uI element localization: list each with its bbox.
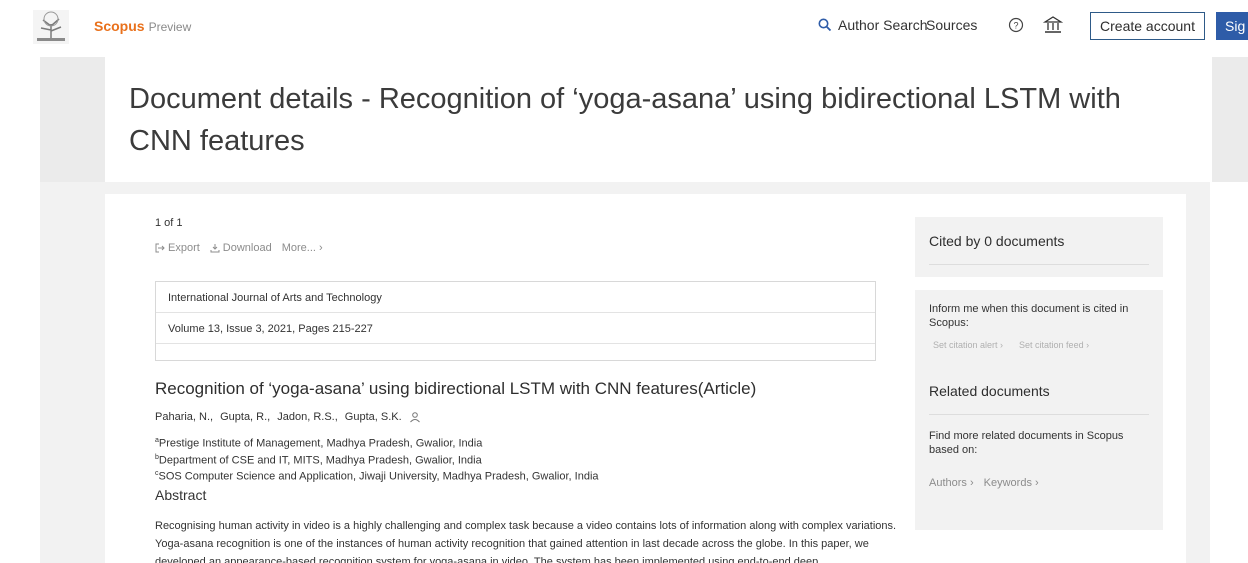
author-link[interactable]: Paharia, N., [155,411,213,423]
affiliations: aPrestige Institute of Management, Madhy… [155,434,599,484]
affiliation-text: SOS Computer Science and Application, Ji… [158,470,599,483]
download-label: Download [222,242,272,254]
citation-inform-text: Inform me when this document is cited in… [929,303,1129,329]
download-button[interactable]: Download [210,242,272,254]
journal-name[interactable]: International Journal of Arts and Techno… [156,282,875,313]
affiliation-text: Department of CSE and IT, MITS, Madhya P… [158,454,482,467]
set-citation-alert-link[interactable]: Set citation alert › [933,340,1003,350]
author-link[interactable]: Jadon, R.S., [277,411,338,423]
author-search-link[interactable]: Author Search [818,17,928,33]
brand-name: Scopus [94,18,145,34]
cited-by-heading: Cited by 0 documents [929,233,1065,249]
institution-icon[interactable] [1043,15,1063,35]
sign-in-button[interactable]: Sig [1216,12,1248,40]
document-actions: Export Download More... › [155,242,323,254]
author-link[interactable]: Gupta, S.K. [345,411,402,423]
brand[interactable]: Scopus Preview [94,18,191,34]
article-title: Recognition of ‘yoga-asana’ using bidire… [155,379,757,398]
elsevier-logo-icon[interactable] [33,10,69,44]
abstract-text: Recognising human activity in video is a… [155,520,897,563]
related-authors-link[interactable]: Authors › [929,477,974,489]
page-title: Document details - Recognition of ‘yoga-… [129,83,1121,157]
set-citation-feed-link[interactable]: Set citation feed › [1019,340,1089,350]
result-pager: 1 of 1 [155,217,183,229]
author-list: Paharia, N., Gupta, R., Jadon, R.S., Gup… [155,411,421,423]
abstract-heading: Abstract [155,487,207,503]
title-band-edge [1212,57,1248,182]
alerts-related-panel: Inform me when this document is cited in… [915,290,1163,530]
affiliation-text: Prestige Institute of Management, Madhya… [158,437,483,450]
help-icon[interactable]: ? [1007,16,1025,34]
affiliation-item: cSOS Computer Science and Application, J… [155,467,599,484]
search-icon [818,18,832,32]
affiliation-item: aPrestige Institute of Management, Madhy… [155,434,599,451]
top-nav: Scopus Preview Author Search Sources ? Cr… [0,0,1248,57]
source-info-box: International Journal of Arts and Techno… [155,281,876,361]
export-label: Export [168,242,200,254]
download-icon [210,244,220,253]
volume-info: Volume 13, Issue 3, 2021, Pages 215-227 [156,313,875,344]
related-keywords-link[interactable]: Keywords › [984,477,1039,489]
cited-by-panel: Cited by 0 documents [915,217,1163,277]
export-button[interactable]: Export [155,242,200,254]
citation-links: Set citation alert › Set citation feed › [933,340,1089,350]
brand-edition: Preview [148,20,192,34]
more-button[interactable]: More... › [282,242,323,254]
divider [929,264,1149,265]
affiliation-item: bDepartment of CSE and IT, MITS, Madhya … [155,451,599,468]
author-link[interactable]: Gupta, R., [220,411,270,423]
svg-text:?: ? [1013,20,1018,30]
person-icon[interactable] [409,411,421,423]
related-links: Authors › Keywords › [929,477,1039,489]
find-related-text: Find more related documents in Scopus ba… [929,430,1124,456]
related-documents-heading: Related documents [929,383,1050,399]
create-account-button[interactable]: Create account [1090,12,1205,40]
divider [929,414,1149,415]
export-icon [155,243,165,253]
sources-link[interactable]: Sources [926,17,977,33]
author-search-label: Author Search [838,17,928,33]
